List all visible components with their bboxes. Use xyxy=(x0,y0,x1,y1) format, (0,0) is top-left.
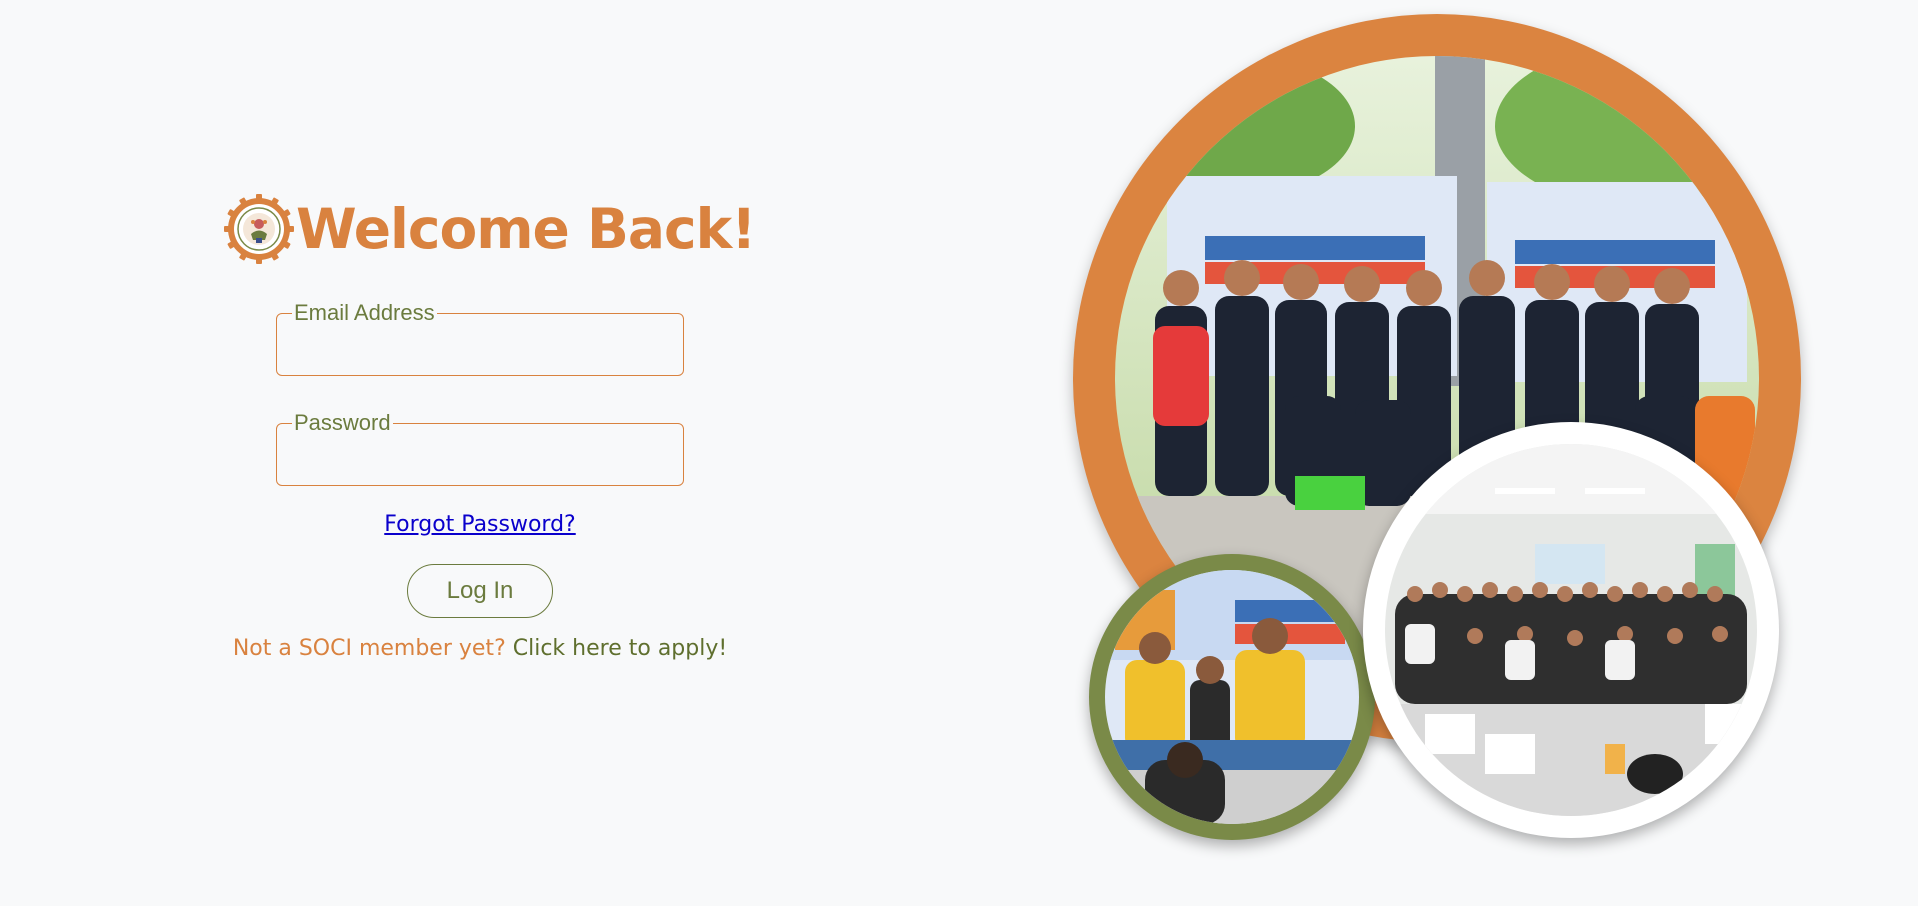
page-title: Welcome Back! xyxy=(296,197,756,261)
feeding-program-photo xyxy=(1089,554,1375,840)
login-button[interactable]: Log In xyxy=(407,564,553,618)
apply-link[interactable]: Click here to apply! xyxy=(513,636,727,661)
password-field[interactable]: Password xyxy=(276,410,684,486)
organization-seal-icon xyxy=(224,194,294,264)
email-label: Email Address xyxy=(294,300,435,325)
feeding-program-image xyxy=(1105,570,1359,824)
password-label: Password xyxy=(294,410,391,435)
password-input[interactable] xyxy=(287,436,677,478)
forgot-password-link[interactable]: Forgot Password? xyxy=(224,512,736,537)
photo-collage xyxy=(1050,0,1918,906)
apply-prompt: Not a SOCI member yet? xyxy=(232,636,506,661)
assembly-photo xyxy=(1363,422,1779,838)
apply-row: Not a SOCI member yet? Click here to app… xyxy=(224,636,736,661)
title-row: Welcome Back! xyxy=(224,194,756,264)
login-page: Welcome Back! Email Address Password For… xyxy=(0,0,1918,906)
email-field[interactable]: Email Address xyxy=(276,300,684,376)
assembly-image xyxy=(1385,444,1757,816)
login-panel: Welcome Back! Email Address Password For… xyxy=(224,194,756,661)
email-input[interactable] xyxy=(287,326,677,368)
